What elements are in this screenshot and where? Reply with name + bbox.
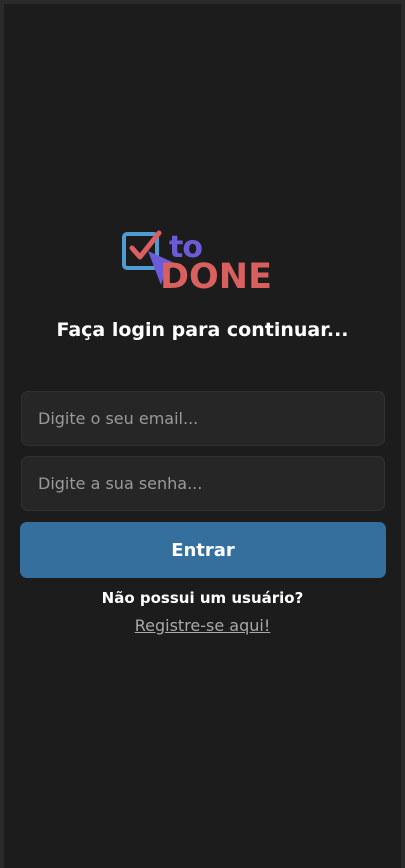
password-field[interactable] [21, 456, 385, 511]
todone-logo: to DONE [119, 229, 289, 299]
no-account-text: Não possui um usuário? [101, 589, 304, 607]
page-title: Faça login para continuar... [56, 319, 349, 341]
login-button[interactable]: Entrar [20, 522, 386, 578]
email-field[interactable] [21, 391, 385, 446]
logo-text-done: DONE [160, 257, 273, 297]
register-link[interactable]: Registre-se aqui! [0, 615, 405, 637]
